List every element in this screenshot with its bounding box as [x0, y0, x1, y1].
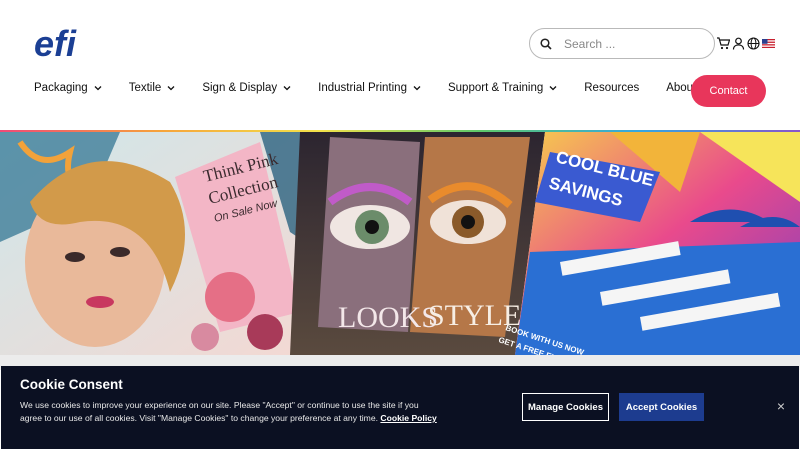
search-input[interactable]: [564, 36, 694, 51]
nav-item-packaging[interactable]: Packaging: [34, 82, 102, 94]
contact-button[interactable]: Contact: [691, 75, 766, 107]
nav-item-label: Textile: [128, 82, 162, 94]
chevron-down-icon: [413, 86, 421, 91]
nav-item-industrial-printing[interactable]: Industrial Printing: [318, 82, 421, 94]
cookie-policy-link[interactable]: Cookie Policy: [380, 413, 436, 423]
hero-banner[interactable]: Think Pink Collection On Sale Now LOOKS …: [0, 132, 800, 355]
search-box[interactable]: [529, 28, 715, 59]
accept-cookies-button[interactable]: Accept Cookies: [619, 393, 704, 421]
nav-item-label: Industrial Printing: [318, 82, 407, 94]
efi-logo[interactable]: efi: [34, 24, 96, 64]
chevron-down-icon: [283, 86, 291, 91]
chevron-down-icon: [167, 86, 175, 91]
us-flag-icon[interactable]: [761, 36, 775, 50]
nav-item-label: Sign & Display: [202, 82, 278, 94]
user-icon[interactable]: [731, 36, 745, 50]
nav-item-sign-display[interactable]: Sign & Display: [202, 82, 291, 94]
cookie-title: Cookie Consent: [20, 377, 123, 392]
site-header: efi Packaging Textile Sig: [0, 0, 800, 131]
nav-item-label: Resources: [584, 82, 640, 94]
chevron-down-icon: [549, 86, 557, 91]
hero-panel2-word1: LOOKS: [338, 301, 438, 334]
cookie-body: We use cookies to improve your experienc…: [20, 400, 419, 423]
nav-item-resources[interactable]: Resources: [584, 82, 639, 94]
hero-collage: Think Pink Collection On Sale Now LOOKS …: [0, 132, 800, 355]
header-icons: [716, 36, 775, 50]
search-icon: [540, 37, 552, 50]
cart-icon[interactable]: [716, 36, 730, 50]
main-nav: Packaging Textile Sign & Display Industr…: [34, 82, 737, 94]
close-icon[interactable]: ×: [774, 398, 788, 414]
chevron-down-icon: [94, 86, 102, 91]
hero-panel-blue: COOL BLUE SAVINGS BOOK WITH US NOW GET A…: [497, 132, 800, 355]
hero-panel-eyes: LOOKS STYLE: [290, 132, 545, 355]
nav-item-support-training[interactable]: Support & Training: [448, 82, 557, 94]
hero-panel-pink: Think Pink Collection On Sale Now: [0, 132, 320, 355]
nav-item-textile[interactable]: Textile: [129, 82, 176, 94]
globe-icon[interactable]: [746, 36, 760, 50]
cookie-text: We use cookies to improve your experienc…: [20, 399, 440, 425]
logo-text: efi: [34, 24, 77, 64]
nav-item-label: Support & Training: [447, 82, 544, 94]
cookie-banner: Cookie Consent We use cookies to improve…: [1, 366, 799, 449]
nav-item-label: Packaging: [34, 82, 88, 94]
manage-cookies-button[interactable]: Manage Cookies: [522, 393, 609, 421]
